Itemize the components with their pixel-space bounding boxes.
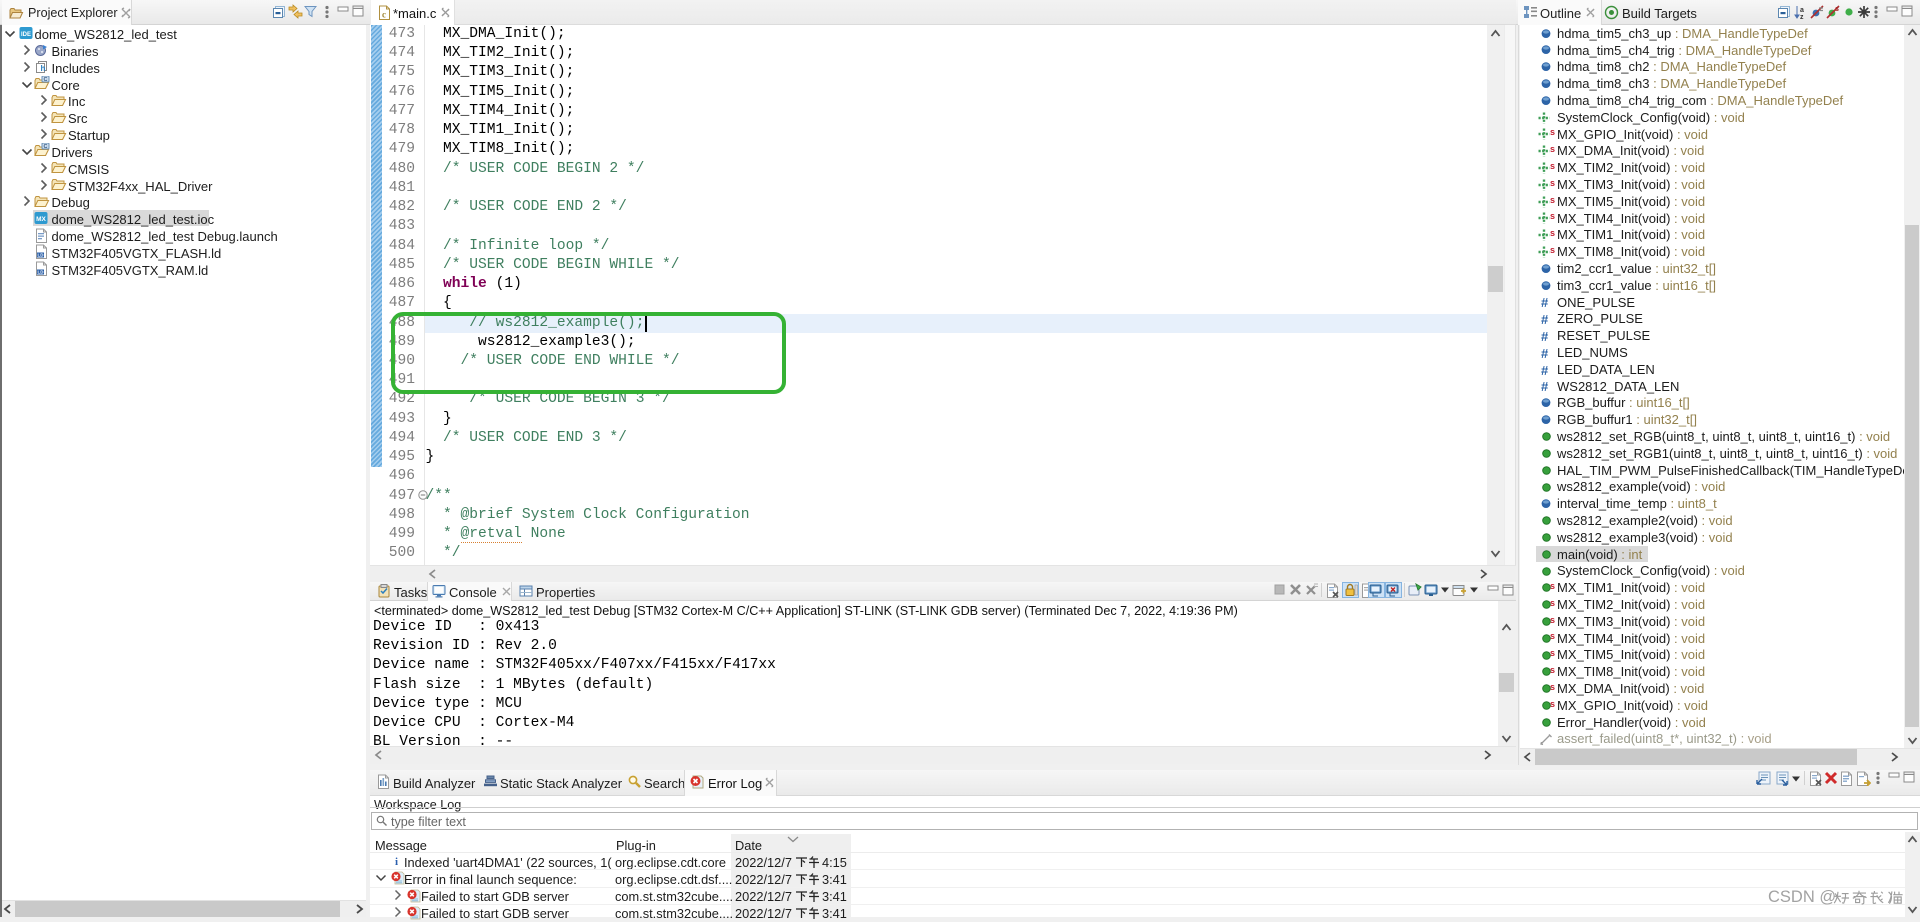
svg-text:c: c <box>382 10 386 20</box>
svg-text:a: a <box>1800 7 1804 14</box>
svg-text:z: z <box>1800 14 1804 19</box>
svg-text:s: s <box>1835 6 1839 13</box>
svg-text:LD: LD <box>38 270 45 275</box>
svg-text:C: C <box>44 77 48 83</box>
svg-text:MX: MX <box>36 216 46 223</box>
svg-text:i: i <box>395 856 398 868</box>
svg-text:h: h <box>41 64 46 73</box>
svg-text:C: C <box>44 145 48 151</box>
svg-text:LD: LD <box>38 253 45 258</box>
svg-text:IDE: IDE <box>21 32 31 38</box>
